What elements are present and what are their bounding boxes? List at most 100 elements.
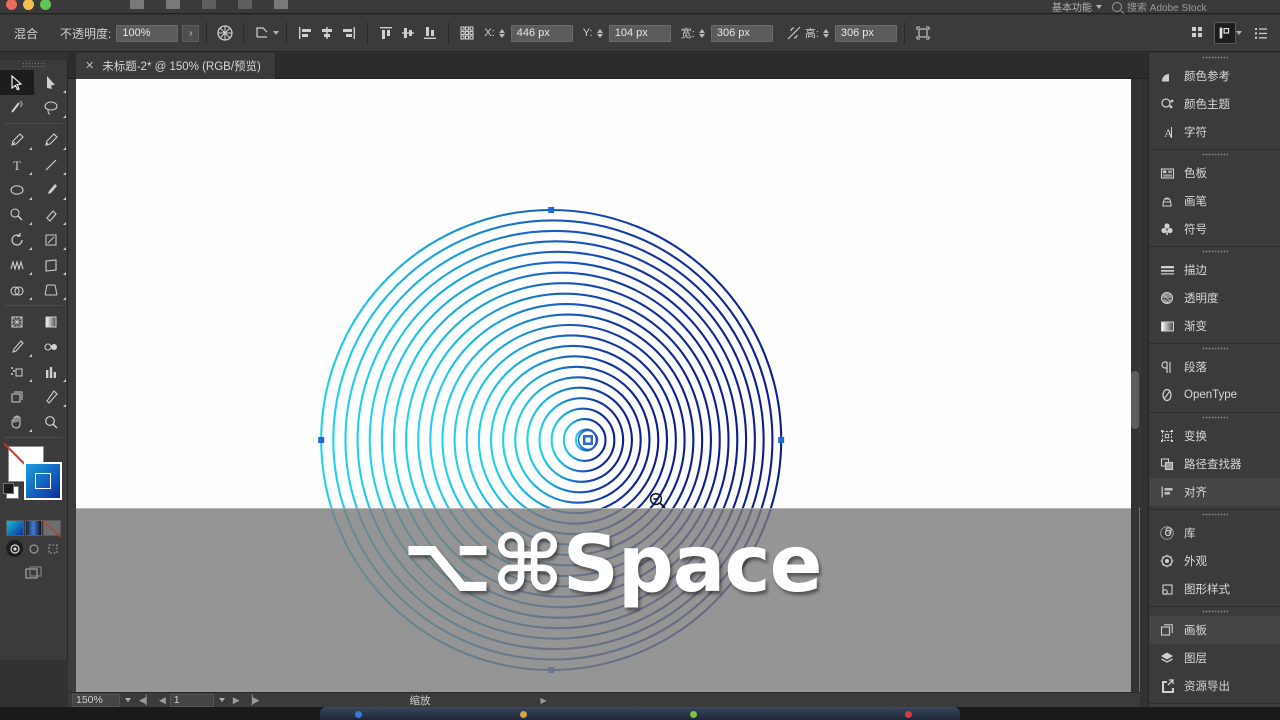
curvature-tool[interactable] xyxy=(34,127,68,152)
panel-group-grip[interactable] xyxy=(1149,53,1280,62)
panel-group-grip[interactable] xyxy=(1149,344,1280,353)
zoom-tool[interactable] xyxy=(34,409,68,434)
perspective-grid-tool[interactable] xyxy=(34,277,68,302)
toolbar-icon-1[interactable] xyxy=(130,0,144,9)
toolbar-icon-3[interactable] xyxy=(202,0,216,9)
link-broken-icon[interactable] xyxy=(783,22,805,44)
x-input[interactable]: 446 px xyxy=(510,24,573,42)
mesh-tool[interactable] xyxy=(0,309,34,334)
x-stepper[interactable] xyxy=(498,28,505,38)
canvas-scrollbar-thumb[interactable] xyxy=(1131,371,1139,429)
document-setup-icon[interactable] xyxy=(1214,22,1236,44)
selection-tool[interactable] xyxy=(0,70,34,95)
zoom-level-input[interactable]: 150% xyxy=(72,693,120,707)
panel-item-brushes[interactable]: 画笔 xyxy=(1149,187,1280,215)
panel-item-color-guide[interactable]: 颜色参考 xyxy=(1149,62,1280,90)
panel-item-character[interactable]: A 字符 xyxy=(1149,118,1280,146)
lasso-tool[interactable] xyxy=(34,95,68,120)
default-fill-stroke-icon[interactable] xyxy=(3,483,19,499)
color-fill-mode[interactable] xyxy=(6,520,24,536)
panel-item-opentype[interactable]: OpenType xyxy=(1149,381,1280,409)
recolor-artwork-icon[interactable] xyxy=(214,22,236,44)
paintbrush-tool[interactable] xyxy=(34,177,68,202)
artboard-tool[interactable] xyxy=(0,384,34,409)
align-center-icon[interactable] xyxy=(316,22,338,44)
magic-wand-tool[interactable] xyxy=(0,95,34,120)
eraser-tool[interactable] xyxy=(34,202,68,227)
eyedropper-tool[interactable] xyxy=(0,334,34,359)
transform-grid-icon[interactable] xyxy=(456,22,478,44)
panel-group-grip[interactable] xyxy=(1149,607,1280,616)
gradient-tool[interactable] xyxy=(34,309,68,334)
shape-chevron-down-icon[interactable] xyxy=(273,31,280,35)
rotate-tool[interactable] xyxy=(0,227,34,252)
panel-group-grip[interactable] xyxy=(1149,413,1280,422)
dock-icon-2[interactable] xyxy=(520,711,527,718)
align-left-icon[interactable] xyxy=(294,22,316,44)
panel-item-asset-export[interactable]: 资源导出 xyxy=(1149,672,1280,700)
canvas-area[interactable]: ⌥⌘Space xyxy=(68,79,1140,692)
first-page-button[interactable]: ◀▏ xyxy=(139,695,153,706)
opacity-input[interactable]: 100% xyxy=(116,24,179,42)
fill-swatch-gradient[interactable] xyxy=(24,462,62,500)
none-fill-mode[interactable] xyxy=(43,520,62,536)
shape-convert-icon[interactable] xyxy=(251,22,273,44)
slice-tool[interactable] xyxy=(34,384,68,409)
minimize-window-button[interactable] xyxy=(23,0,34,10)
adobe-stock-search[interactable]: 搜索 Adobe Stock xyxy=(1112,0,1272,14)
panel-item-paragraph[interactable]: 段落 xyxy=(1149,353,1280,381)
hand-tool[interactable] xyxy=(0,409,34,434)
panel-item-swatches[interactable]: 色板 xyxy=(1149,159,1280,187)
panel-item-stroke[interactable]: 描边 xyxy=(1149,256,1280,284)
panel-group-grip[interactable] xyxy=(1149,510,1280,519)
scale-tool[interactable] xyxy=(34,227,68,252)
opacity-expand-button[interactable]: › xyxy=(182,24,200,42)
panel-item-artboards[interactable]: 画板 xyxy=(1149,616,1280,644)
last-page-button[interactable]: ▕▶ xyxy=(246,695,260,706)
toolbar-icon-2[interactable] xyxy=(166,0,180,9)
document-tab[interactable]: ✕ 未标题-2* @ 150% (RGB/预览) xyxy=(76,53,276,79)
artboard[interactable]: ⌥⌘Space xyxy=(76,79,1140,692)
workspace-switcher[interactable]: 基本功能 xyxy=(1052,0,1102,14)
panel-item-align[interactable]: 对齐 xyxy=(1149,478,1280,506)
dock-icon-3[interactable] xyxy=(690,711,697,718)
draw-inside-mode[interactable] xyxy=(44,540,61,557)
arrange-documents-icon[interactable] xyxy=(1187,22,1209,44)
list-view-icon[interactable] xyxy=(1250,22,1272,44)
select-similar-icon[interactable] xyxy=(912,22,934,44)
panel-item-transparency[interactable]: 透明度 xyxy=(1149,284,1280,312)
panel-item-symbols[interactable]: 符号 xyxy=(1149,215,1280,243)
align-right-icon[interactable] xyxy=(338,22,360,44)
panel-group-grip[interactable] xyxy=(1149,247,1280,256)
change-screen-mode[interactable] xyxy=(23,565,45,581)
pen-tool[interactable] xyxy=(0,127,34,152)
page-chevron-down-icon[interactable] xyxy=(218,698,225,702)
width-stepper[interactable] xyxy=(698,28,705,38)
document-chevron-down-icon[interactable] xyxy=(1236,31,1242,35)
align-top-icon[interactable] xyxy=(375,22,397,44)
panel-item-graphic-styles[interactable]: 图形样式 xyxy=(1149,575,1280,603)
panel-item-layers[interactable]: 图层 xyxy=(1149,644,1280,672)
panel-group-grip[interactable] xyxy=(1149,150,1280,159)
blend-tool[interactable] xyxy=(34,334,68,359)
panel-item-color-themes[interactable]: 颜色主题 xyxy=(1149,90,1280,118)
align-bottom-icon[interactable] xyxy=(419,22,441,44)
power-icon[interactable] xyxy=(274,0,288,9)
status-expand-icon[interactable]: ▶ xyxy=(541,696,547,705)
next-page-button[interactable]: ▶ xyxy=(233,695,240,706)
line-segment-tool[interactable] xyxy=(34,152,68,177)
height-input[interactable]: 306 px xyxy=(834,24,897,42)
close-icon[interactable]: ✕ xyxy=(85,60,94,72)
height-stepper[interactable] xyxy=(822,28,829,38)
page-number-input[interactable]: 1 xyxy=(169,693,214,707)
panel-item-libraries[interactable]: 库 xyxy=(1149,519,1280,547)
width-input[interactable]: 306 px xyxy=(710,24,773,42)
width-tool[interactable] xyxy=(0,252,34,277)
free-transform-tool[interactable] xyxy=(34,252,68,277)
direct-selection-tool[interactable] xyxy=(34,70,68,95)
panel-item-appearance[interactable]: 外观 xyxy=(1149,547,1280,575)
tools-panel-grip[interactable] xyxy=(0,60,67,70)
zoom-chevron-down-icon[interactable] xyxy=(125,698,131,702)
y-stepper[interactable] xyxy=(596,28,603,38)
panel-item-gradient[interactable]: 渐变 xyxy=(1149,312,1280,340)
